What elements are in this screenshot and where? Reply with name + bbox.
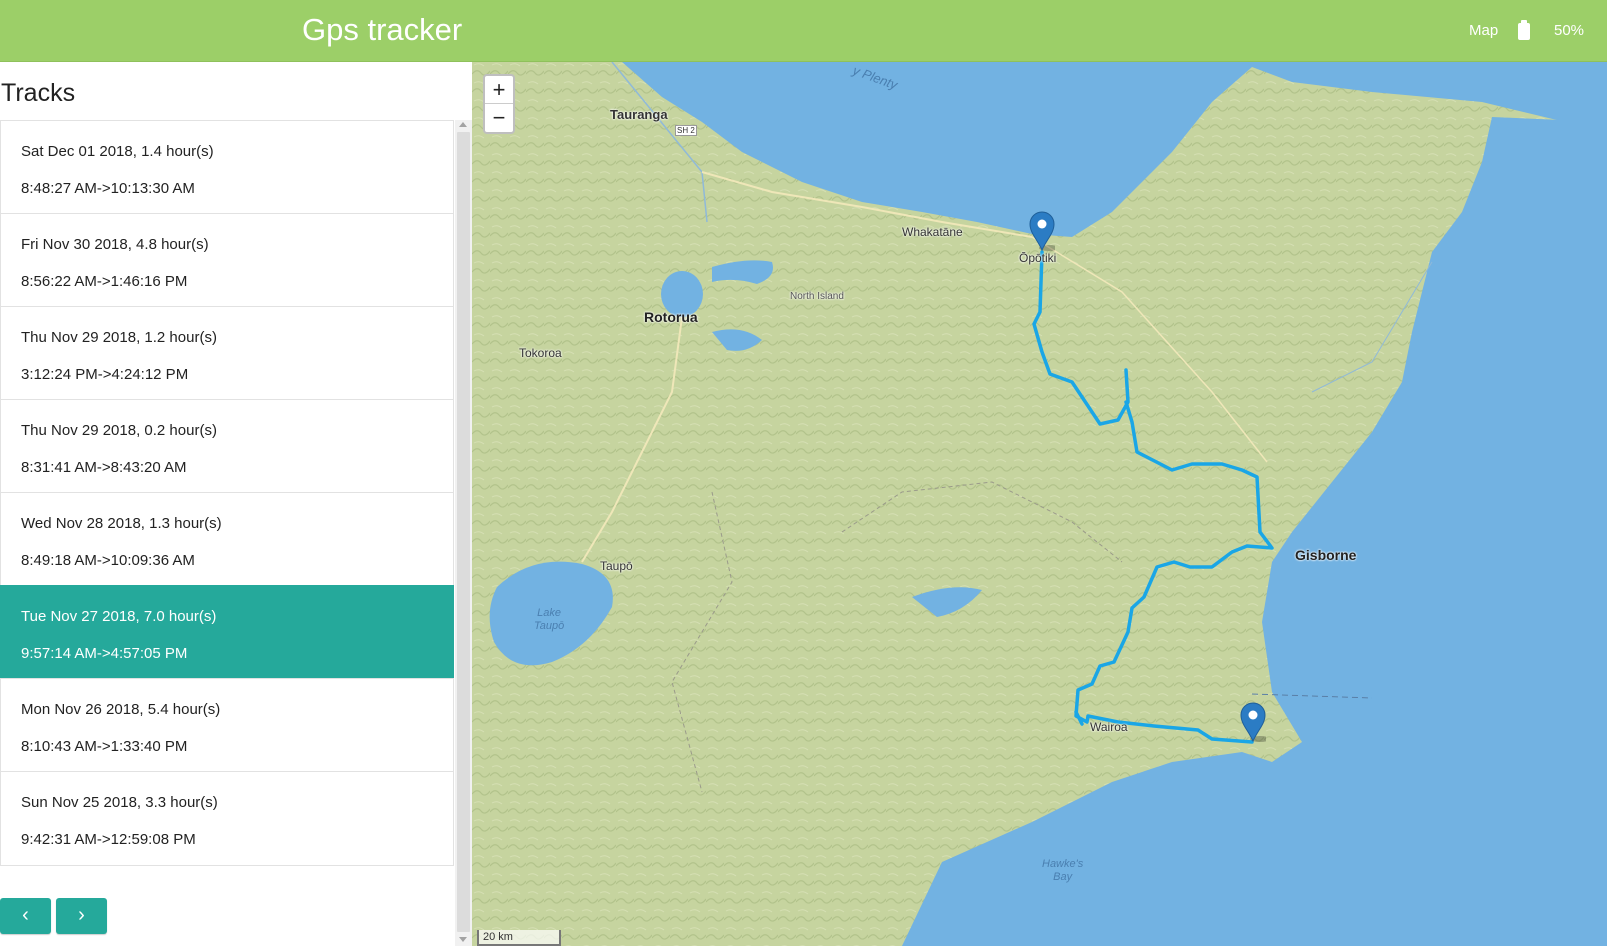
map-scale: 20 km xyxy=(477,930,561,946)
track-summary: Mon Nov 26 2018, 5.4 hour(s) xyxy=(21,701,221,718)
track-time-range: 8:49:18 AM->10:09:36 AM xyxy=(21,552,195,569)
road-shield: SH 2 xyxy=(675,125,697,136)
track-summary: Sat Dec 01 2018, 1.4 hour(s) xyxy=(21,143,214,160)
map-pin-icon[interactable] xyxy=(1240,702,1266,742)
track-time-range: 8:56:22 AM->1:46:16 PM xyxy=(21,273,188,290)
map-pin-icon[interactable] xyxy=(1029,211,1055,251)
place-label: Ōpōtiki xyxy=(1019,251,1057,265)
water-label: Hawke's Bay xyxy=(1042,858,1084,883)
track-time-range: 9:57:14 AM->4:57:05 PM xyxy=(21,645,188,662)
place-label: Tokoroa xyxy=(519,346,562,360)
track-summary: Wed Nov 28 2018, 1.3 hour(s) xyxy=(21,515,222,532)
chevron-left-icon: ‹ xyxy=(22,904,29,926)
scroll-up-icon[interactable] xyxy=(459,122,467,127)
place-label: Taupō xyxy=(600,559,633,573)
track-item[interactable]: Sun Nov 25 2018, 3.3 hour(s) 9:42:31 AM-… xyxy=(0,771,454,866)
place-label: Rotorua xyxy=(644,309,698,325)
map-view[interactable]: Tauranga SH 2 y Plenty Whakatāne Ōpōtiki… xyxy=(472,62,1607,946)
map-tiles xyxy=(472,62,1607,946)
battery-icon xyxy=(1518,20,1530,40)
track-item[interactable]: Thu Nov 29 2018, 0.2 hour(s) 8:31:41 AM-… xyxy=(0,399,454,494)
track-item[interactable]: Mon Nov 26 2018, 5.4 hour(s) 8:10:43 AM-… xyxy=(0,678,454,773)
battery-percent: 50% xyxy=(1554,22,1585,39)
place-label: Gisborne xyxy=(1295,547,1357,563)
track-list: Sat Dec 01 2018, 1.4 hour(s) 8:48:27 AM-… xyxy=(0,120,454,866)
track-list-scrollbar[interactable] xyxy=(455,120,472,946)
next-page-button[interactable]: › xyxy=(56,898,107,934)
track-item-active[interactable]: Tue Nov 27 2018, 7.0 hour(s) 9:57:14 AM-… xyxy=(0,585,454,680)
zoom-in-button[interactable]: + xyxy=(485,76,513,104)
track-item[interactable]: Sat Dec 01 2018, 1.4 hour(s) 8:48:27 AM-… xyxy=(0,120,454,215)
place-label: Tauranga xyxy=(610,107,668,122)
nav-map-link[interactable]: Map xyxy=(1469,22,1498,39)
track-item[interactable]: Wed Nov 28 2018, 1.3 hour(s) 8:49:18 AM-… xyxy=(0,492,454,587)
zoom-out-button[interactable]: − xyxy=(485,104,513,132)
water-label: Lake Taupō xyxy=(534,607,565,632)
place-label: North Island xyxy=(790,291,844,302)
app-brand[interactable]: Gps tracker xyxy=(302,12,462,48)
track-time-range: 3:12:24 PM->4:24:12 PM xyxy=(21,366,189,383)
track-time-range: 8:10:43 AM->1:33:40 PM xyxy=(21,738,188,755)
track-summary: Fri Nov 30 2018, 4.8 hour(s) xyxy=(21,236,209,253)
track-item[interactable]: Thu Nov 29 2018, 1.2 hour(s) 3:12:24 PM-… xyxy=(0,306,454,401)
track-item[interactable]: Fri Nov 30 2018, 4.8 hour(s) 8:56:22 AM-… xyxy=(0,213,454,308)
zoom-control: + − xyxy=(483,74,515,134)
sidebar: Tracks Sat Dec 01 2018, 1.4 hour(s) 8:48… xyxy=(0,62,472,946)
tracks-title: Tracks xyxy=(1,79,76,107)
track-summary: Thu Nov 29 2018, 1.2 hour(s) xyxy=(21,329,217,346)
scrollbar-thumb[interactable] xyxy=(457,132,470,932)
place-label: Wairoa xyxy=(1090,720,1128,734)
track-summary: Thu Nov 29 2018, 0.2 hour(s) xyxy=(21,422,217,439)
navbar: Gps tracker Map 50% xyxy=(0,0,1607,62)
track-time-range: 9:42:31 AM->12:59:08 PM xyxy=(21,831,196,848)
track-summary: Tue Nov 27 2018, 7.0 hour(s) xyxy=(21,608,217,625)
scroll-down-icon[interactable] xyxy=(459,937,467,942)
chevron-right-icon: › xyxy=(78,904,85,926)
track-summary: Sun Nov 25 2018, 3.3 hour(s) xyxy=(21,794,218,811)
track-time-range: 8:48:27 AM->10:13:30 AM xyxy=(21,180,195,197)
prev-page-button[interactable]: ‹ xyxy=(0,898,51,934)
track-time-range: 8:31:41 AM->8:43:20 AM xyxy=(21,459,187,476)
place-label: Whakatāne xyxy=(902,225,963,239)
